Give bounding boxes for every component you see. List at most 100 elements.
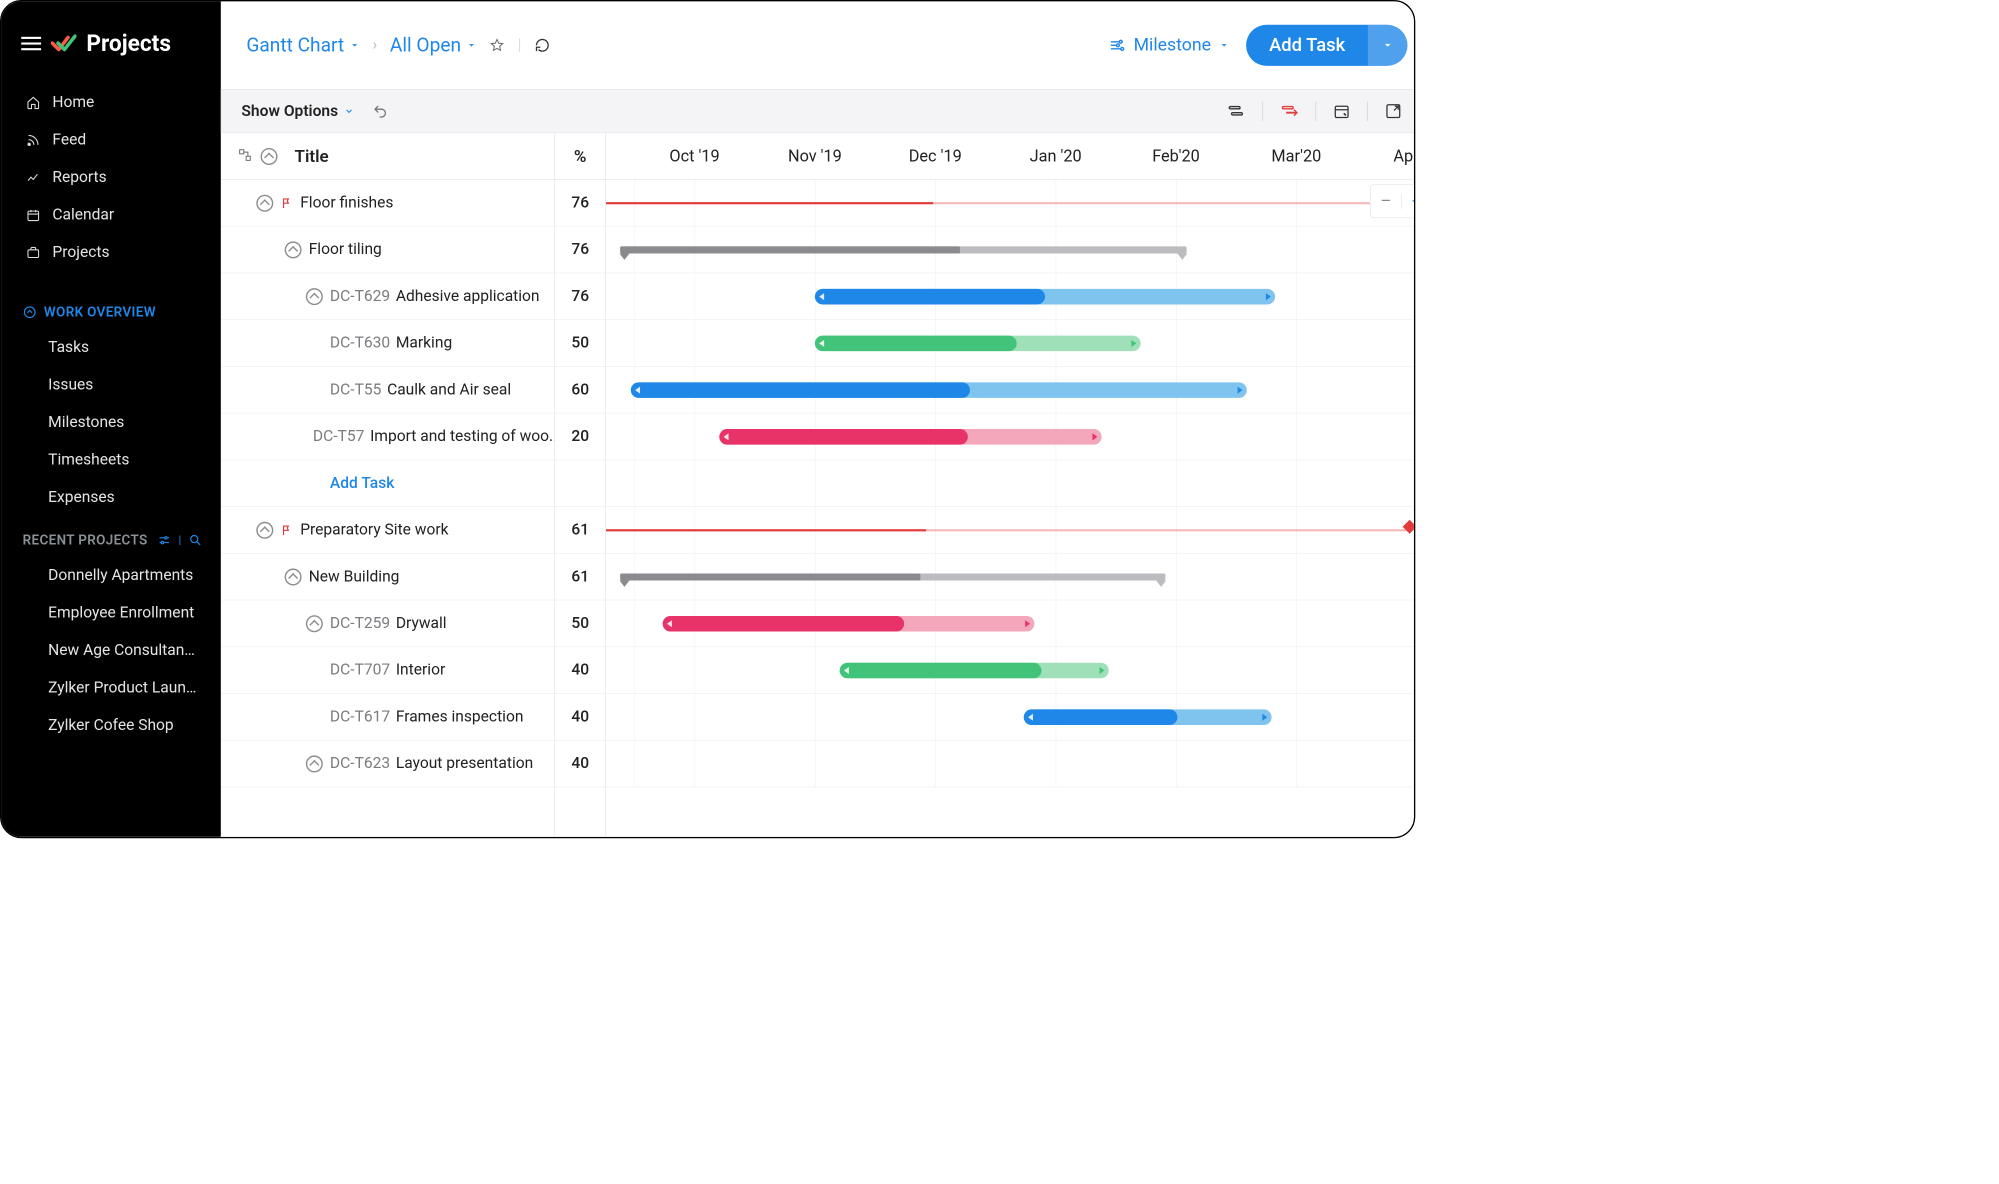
- reports-icon: [25, 170, 41, 186]
- task-bar[interactable]: [815, 335, 1141, 351]
- gantt-row[interactable]: [606, 460, 1415, 507]
- gantt-row[interactable]: [606, 507, 1415, 554]
- nav-home[interactable]: Home: [1, 84, 220, 122]
- hamburger-icon[interactable]: [21, 36, 41, 49]
- collapse-icon[interactable]: [306, 755, 323, 772]
- add-task-link[interactable]: Add Task: [330, 474, 394, 492]
- fullscreen-icon[interactable]: [1385, 103, 1402, 120]
- show-options-button[interactable]: Show Options: [241, 102, 353, 120]
- search-icon[interactable]: [188, 533, 202, 547]
- pct-header: %: [555, 133, 605, 180]
- gantt-row[interactable]: –+: [606, 180, 1415, 227]
- task-row[interactable]: DC-T57Import and testing of woo..: [221, 413, 554, 460]
- task-bar[interactable]: [1024, 709, 1272, 725]
- task-row[interactable]: DC-T259Drywall: [221, 600, 554, 647]
- gantt-row[interactable]: [606, 413, 1415, 460]
- gantt-row[interactable]: [606, 554, 1415, 601]
- sliders-icon: [1108, 36, 1125, 53]
- gantt-row[interactable]: [606, 741, 1415, 788]
- nav-label: Calendar: [52, 206, 114, 224]
- month-label: Feb'20: [1116, 147, 1236, 166]
- add-task-dropdown[interactable]: [1368, 24, 1408, 65]
- collapse-icon[interactable]: [285, 241, 302, 258]
- gantt-row[interactable]: [606, 320, 1415, 367]
- nav-calendar[interactable]: Calendar: [1, 196, 220, 234]
- task-row[interactable]: Floor finishes: [221, 180, 554, 227]
- task-bar[interactable]: [719, 429, 1101, 445]
- collapse-icon[interactable]: [285, 568, 302, 585]
- task-bar[interactable]: [631, 382, 1247, 398]
- critical-path-icon[interactable]: [1280, 102, 1298, 120]
- task-code: DC-T57: [313, 428, 364, 446]
- collapse-icon[interactable]: [256, 521, 273, 538]
- chevron-down-icon: [344, 106, 354, 116]
- task-row[interactable]: Preparatory Site work: [221, 507, 554, 554]
- grouping-selector[interactable]: Milestone: [1108, 35, 1229, 56]
- recent-project-item[interactable]: Zylker Product Launch: [1, 669, 220, 707]
- task-row[interactable]: New Building: [221, 554, 554, 601]
- subnav-timesheets[interactable]: Timesheets: [1, 441, 220, 479]
- filter-selector[interactable]: All Open: [390, 34, 477, 57]
- nav-feed[interactable]: Feed: [1, 121, 220, 159]
- pct-cell: 20: [555, 413, 605, 460]
- task-row[interactable]: Add Task: [221, 460, 554, 507]
- collapse-icon[interactable]: [256, 194, 273, 211]
- star-icon[interactable]: [489, 37, 505, 53]
- collapse-icon[interactable]: [306, 288, 323, 305]
- milestone-flag-icon: [280, 522, 293, 538]
- recent-project-item[interactable]: New Age Consultancy: [1, 632, 220, 670]
- nav-reports[interactable]: Reports: [1, 159, 220, 197]
- subnav-milestones[interactable]: Milestones: [1, 404, 220, 442]
- add-task-button[interactable]: Add Task: [1246, 24, 1407, 65]
- caret-down-icon: [467, 40, 477, 50]
- milestone-bar[interactable]: [606, 529, 1406, 531]
- task-bar[interactable]: [840, 662, 1109, 678]
- recent-project-item[interactable]: Employee Enrollment: [1, 594, 220, 632]
- task-bar[interactable]: [815, 289, 1275, 305]
- title-column: Title Floor finishesFloor tilingDC-T629A…: [221, 133, 555, 837]
- refresh-icon[interactable]: [534, 37, 550, 53]
- subnav-expenses[interactable]: Expenses: [1, 479, 220, 517]
- task-row[interactable]: DC-T707Interior: [221, 647, 554, 694]
- pct-cell: 61: [555, 507, 605, 554]
- pct-cell: 50: [555, 320, 605, 367]
- subnav-tasks[interactable]: Tasks: [1, 329, 220, 367]
- pct-cell: 76: [555, 227, 605, 274]
- gantt-row[interactable]: [606, 273, 1415, 320]
- pct-cell: 40: [555, 694, 605, 741]
- task-bar[interactable]: [663, 616, 1035, 632]
- hierarchy-icon[interactable]: [238, 148, 252, 162]
- undo-icon[interactable]: [372, 103, 388, 119]
- collapse-icon[interactable]: [306, 615, 323, 632]
- title-header: Title: [221, 133, 554, 180]
- gantt-row[interactable]: [606, 647, 1415, 694]
- zoom-out-button[interactable]: –: [1380, 191, 1391, 211]
- gantt-row[interactable]: [606, 600, 1415, 647]
- baseline-icon[interactable]: [1227, 102, 1245, 120]
- zoom-in-button[interactable]: +: [1412, 191, 1415, 211]
- collapse-all-icon[interactable]: [261, 148, 278, 165]
- sliders-icon[interactable]: [157, 533, 171, 547]
- gantt-row[interactable]: [606, 227, 1415, 274]
- gantt-row[interactable]: [606, 694, 1415, 741]
- milestone-bar[interactable]: [606, 202, 1385, 204]
- summary-bar[interactable]: [620, 573, 1165, 580]
- task-row[interactable]: DC-T630Marking: [221, 320, 554, 367]
- task-row[interactable]: DC-T623Layout presentation: [221, 741, 554, 788]
- timeline[interactable]: Oct '19 Nov '19 Dec '19 Jan '20 Feb'20 M…: [606, 133, 1415, 837]
- view-selector[interactable]: Gantt Chart: [246, 34, 359, 57]
- nav-projects[interactable]: Projects: [1, 234, 220, 272]
- subnav-issues[interactable]: Issues: [1, 366, 220, 404]
- work-overview-header[interactable]: WORK OVERVIEW: [1, 290, 220, 329]
- task-row[interactable]: DC-T617Frames inspection: [221, 694, 554, 741]
- gantt-row[interactable]: [606, 367, 1415, 414]
- summary-bar[interactable]: [620, 246, 1186, 253]
- today-icon[interactable]: [1333, 103, 1350, 120]
- task-row[interactable]: Floor tiling: [221, 227, 554, 274]
- task-name: Frames inspection: [396, 708, 524, 726]
- recent-project-item[interactable]: Donnelly Apartments: [1, 556, 220, 594]
- task-row[interactable]: DC-T629Adhesive application: [221, 273, 554, 320]
- task-row[interactable]: DC-T55Caulk and Air seal: [221, 367, 554, 414]
- timeline-body[interactable]: –+: [606, 180, 1415, 787]
- recent-project-item[interactable]: Zylker Cofee Shop: [1, 707, 220, 745]
